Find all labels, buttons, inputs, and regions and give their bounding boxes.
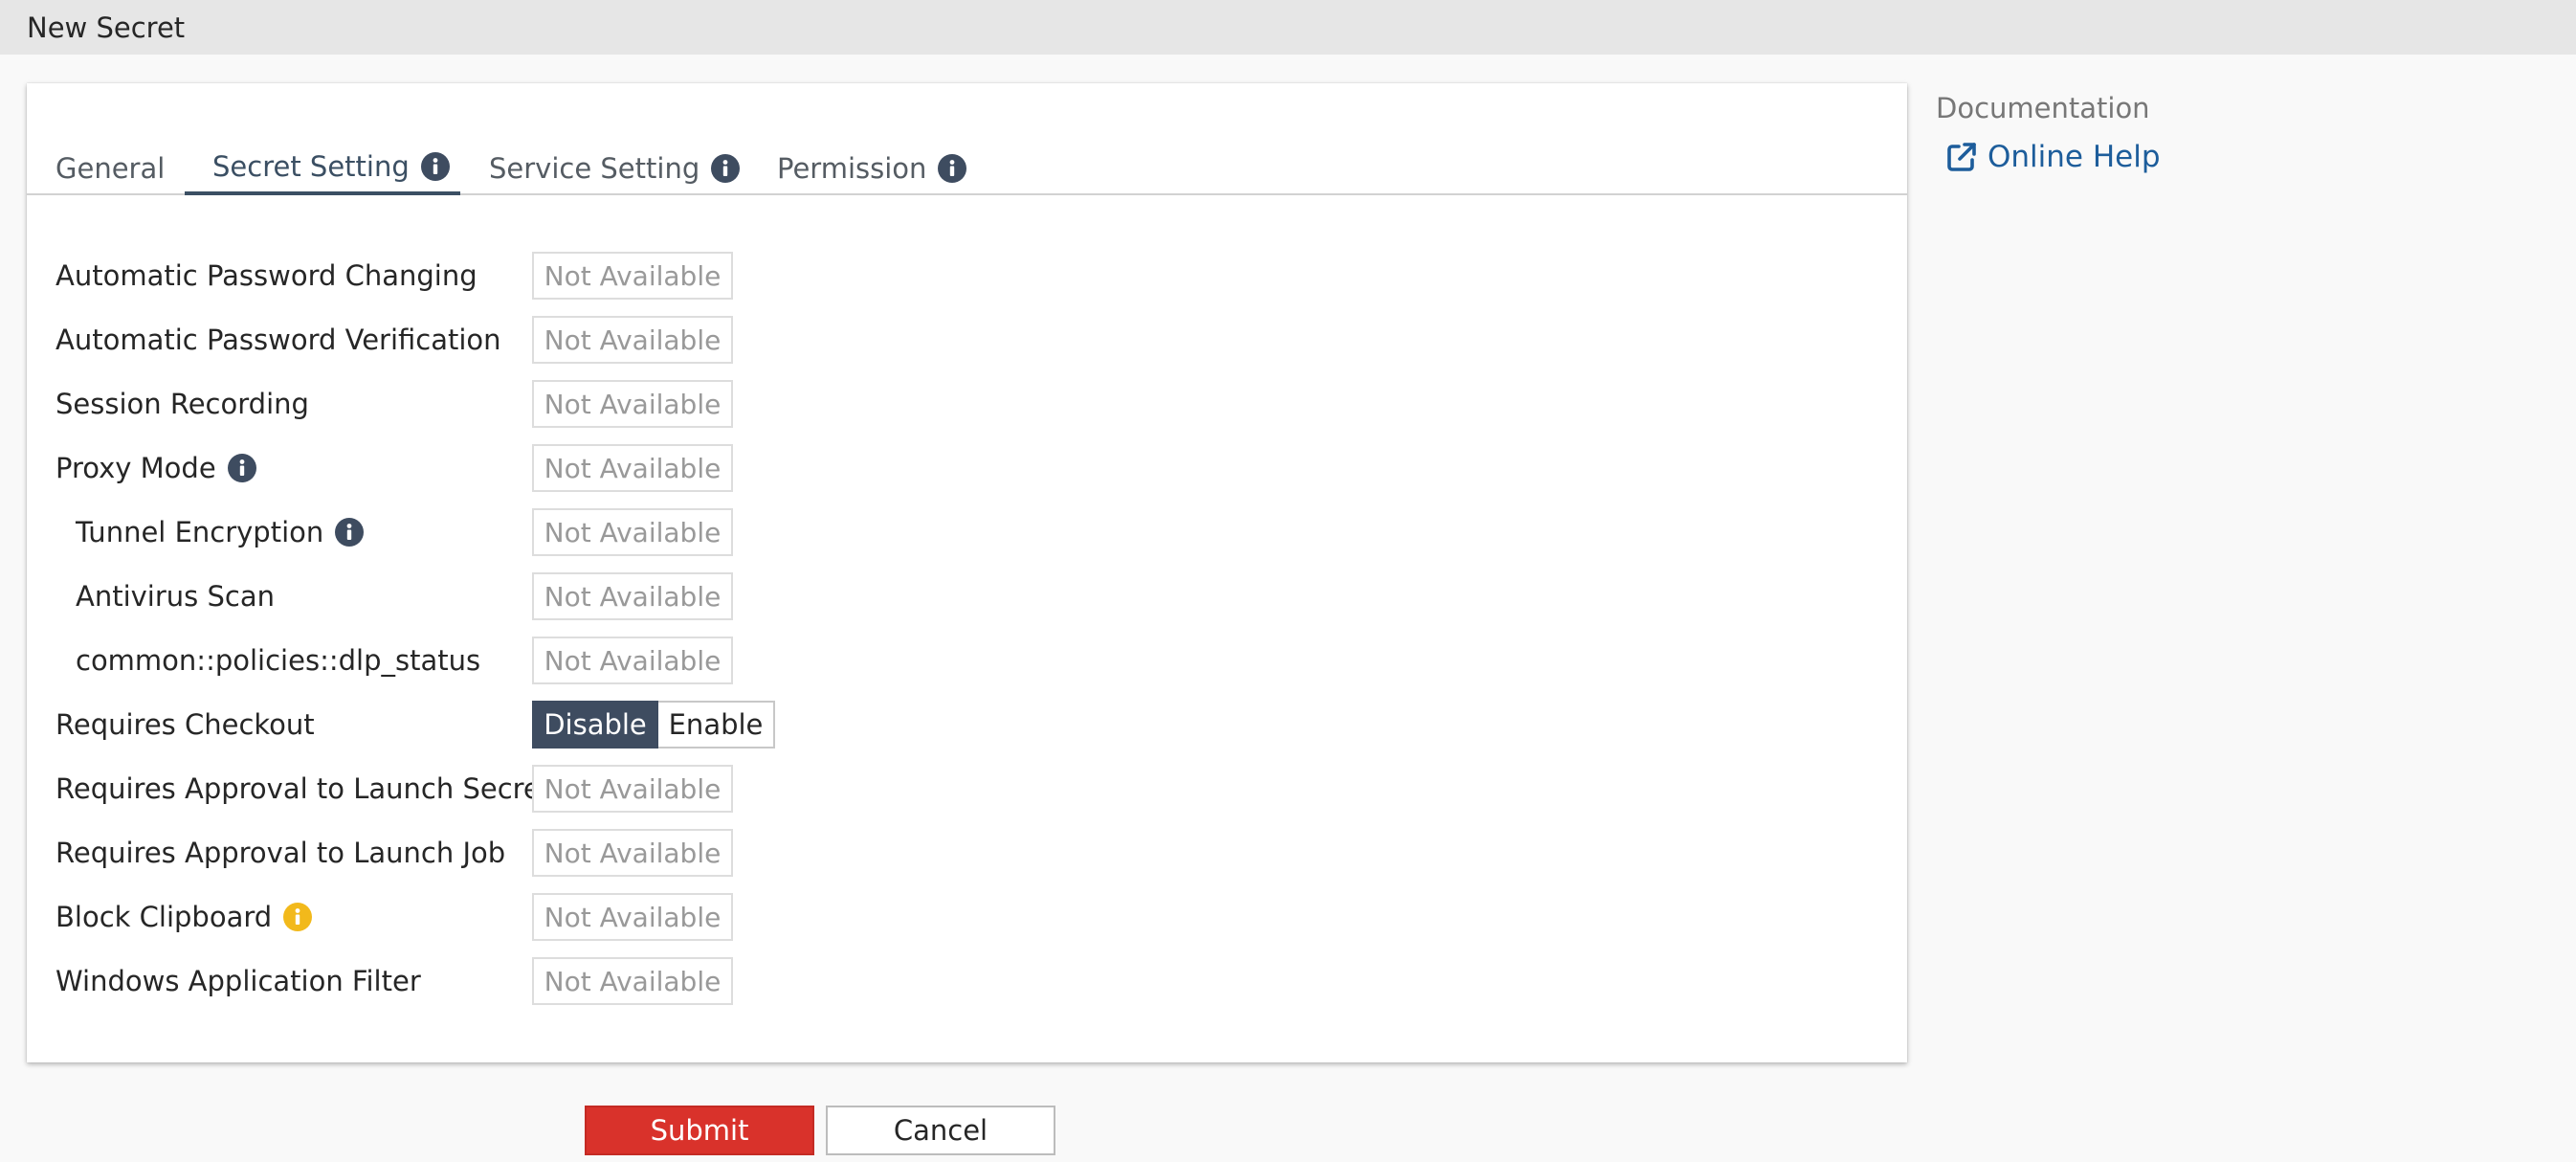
- setting-row-automatic-password-verification: Automatic Password Verification Not Avai…: [27, 316, 1907, 364]
- external-link-icon: [1947, 143, 1976, 171]
- requires-checkout-toggle: Disable Enable: [532, 701, 775, 749]
- info-icon[interactable]: [420, 151, 450, 181]
- toggle-enable-button[interactable]: Enable: [658, 701, 775, 749]
- tab-service-setting-label: Service Setting: [489, 151, 700, 185]
- tab-permission-label: Permission: [777, 151, 927, 185]
- setting-row-requires-approval-launch-job: Requires Approval to Launch Job Not Avai…: [27, 829, 1907, 877]
- tab-secret-setting[interactable]: Secret Setting: [185, 141, 460, 195]
- setting-row-block-clipboard: Block Clipboard Not Available: [27, 893, 1907, 941]
- setting-value: Not Available: [532, 765, 733, 813]
- setting-label: Automatic Password Changing: [56, 259, 477, 292]
- window-title: New Secret: [27, 11, 186, 44]
- setting-value: Not Available: [532, 829, 733, 877]
- cancel-button[interactable]: Cancel: [826, 1106, 1055, 1155]
- online-help-label: Online Help: [1988, 140, 2161, 174]
- setting-value: Not Available: [532, 957, 733, 1005]
- setting-label: Windows Application Filter: [56, 965, 421, 997]
- setting-label: Session Recording: [56, 388, 309, 420]
- setting-value: Not Available: [532, 316, 733, 364]
- secret-form-panel: General Secret Setting Service Setting P…: [27, 83, 1907, 1062]
- setting-label: Tunnel Encryption: [76, 516, 324, 548]
- setting-label: common::policies::dlp_status: [76, 644, 481, 677]
- setting-row-dlp-status: common::policies::dlp_status Not Availab…: [27, 637, 1907, 684]
- tab-service-setting[interactable]: Service Setting: [489, 141, 741, 195]
- setting-row-proxy-mode: Proxy Mode Not Available: [27, 444, 1907, 492]
- info-icon[interactable]: [711, 153, 741, 183]
- tab-permission[interactable]: Permission: [777, 141, 967, 195]
- setting-label: Antivirus Scan: [76, 580, 275, 613]
- tab-bar: General Secret Setting Service Setting P…: [27, 141, 1907, 195]
- info-icon[interactable]: [335, 518, 365, 547]
- setting-value: Not Available: [532, 572, 733, 620]
- setting-value: Not Available: [532, 508, 733, 556]
- setting-label: Automatic Password Verification: [56, 324, 501, 356]
- documentation-title: Documentation: [1936, 92, 2150, 124]
- setting-row-windows-application-filter: Windows Application Filter Not Available: [27, 957, 1907, 1005]
- setting-value: Not Available: [532, 893, 733, 941]
- setting-label: Requires Checkout: [56, 708, 315, 741]
- setting-label: Block Clipboard: [56, 901, 273, 933]
- setting-label: Requires Approval to Launch Job: [56, 837, 506, 869]
- setting-row-session-recording: Session Recording Not Available: [27, 380, 1907, 428]
- submit-button[interactable]: Submit: [585, 1106, 814, 1155]
- setting-value: Not Available: [532, 637, 733, 684]
- info-icon[interactable]: [938, 153, 967, 183]
- window-titlebar: New Secret: [0, 0, 2576, 55]
- setting-label-container: Block Clipboard: [56, 893, 313, 941]
- setting-label: Requires Approval to Launch Secret: [56, 772, 552, 805]
- online-help-link[interactable]: Online Help: [1945, 140, 2161, 174]
- info-icon[interactable]: [227, 454, 256, 482]
- setting-row-requires-approval-launch-secret: Requires Approval to Launch Secret Not A…: [27, 765, 1907, 813]
- setting-value: Not Available: [532, 380, 733, 428]
- setting-label-container: Proxy Mode: [56, 444, 256, 492]
- setting-value: Not Available: [532, 252, 733, 300]
- tab-secret-setting-label: Secret Setting: [212, 149, 410, 183]
- setting-row-antivirus-scan: Antivirus Scan Not Available: [27, 572, 1907, 620]
- warning-info-icon[interactable]: [283, 903, 313, 931]
- toggle-disable-button[interactable]: Disable: [532, 701, 658, 749]
- tab-general-label: General: [56, 151, 166, 185]
- setting-value: Not Available: [532, 444, 733, 492]
- setting-label-container: Tunnel Encryption: [76, 508, 365, 556]
- setting-row-requires-checkout: Requires Checkout Disable Enable: [27, 701, 1907, 749]
- tab-general[interactable]: General: [56, 141, 165, 195]
- setting-label: Proxy Mode: [56, 452, 216, 484]
- setting-row-automatic-password-changing: Automatic Password Changing Not Availabl…: [27, 252, 1907, 300]
- setting-row-tunnel-encryption: Tunnel Encryption Not Available: [27, 508, 1907, 556]
